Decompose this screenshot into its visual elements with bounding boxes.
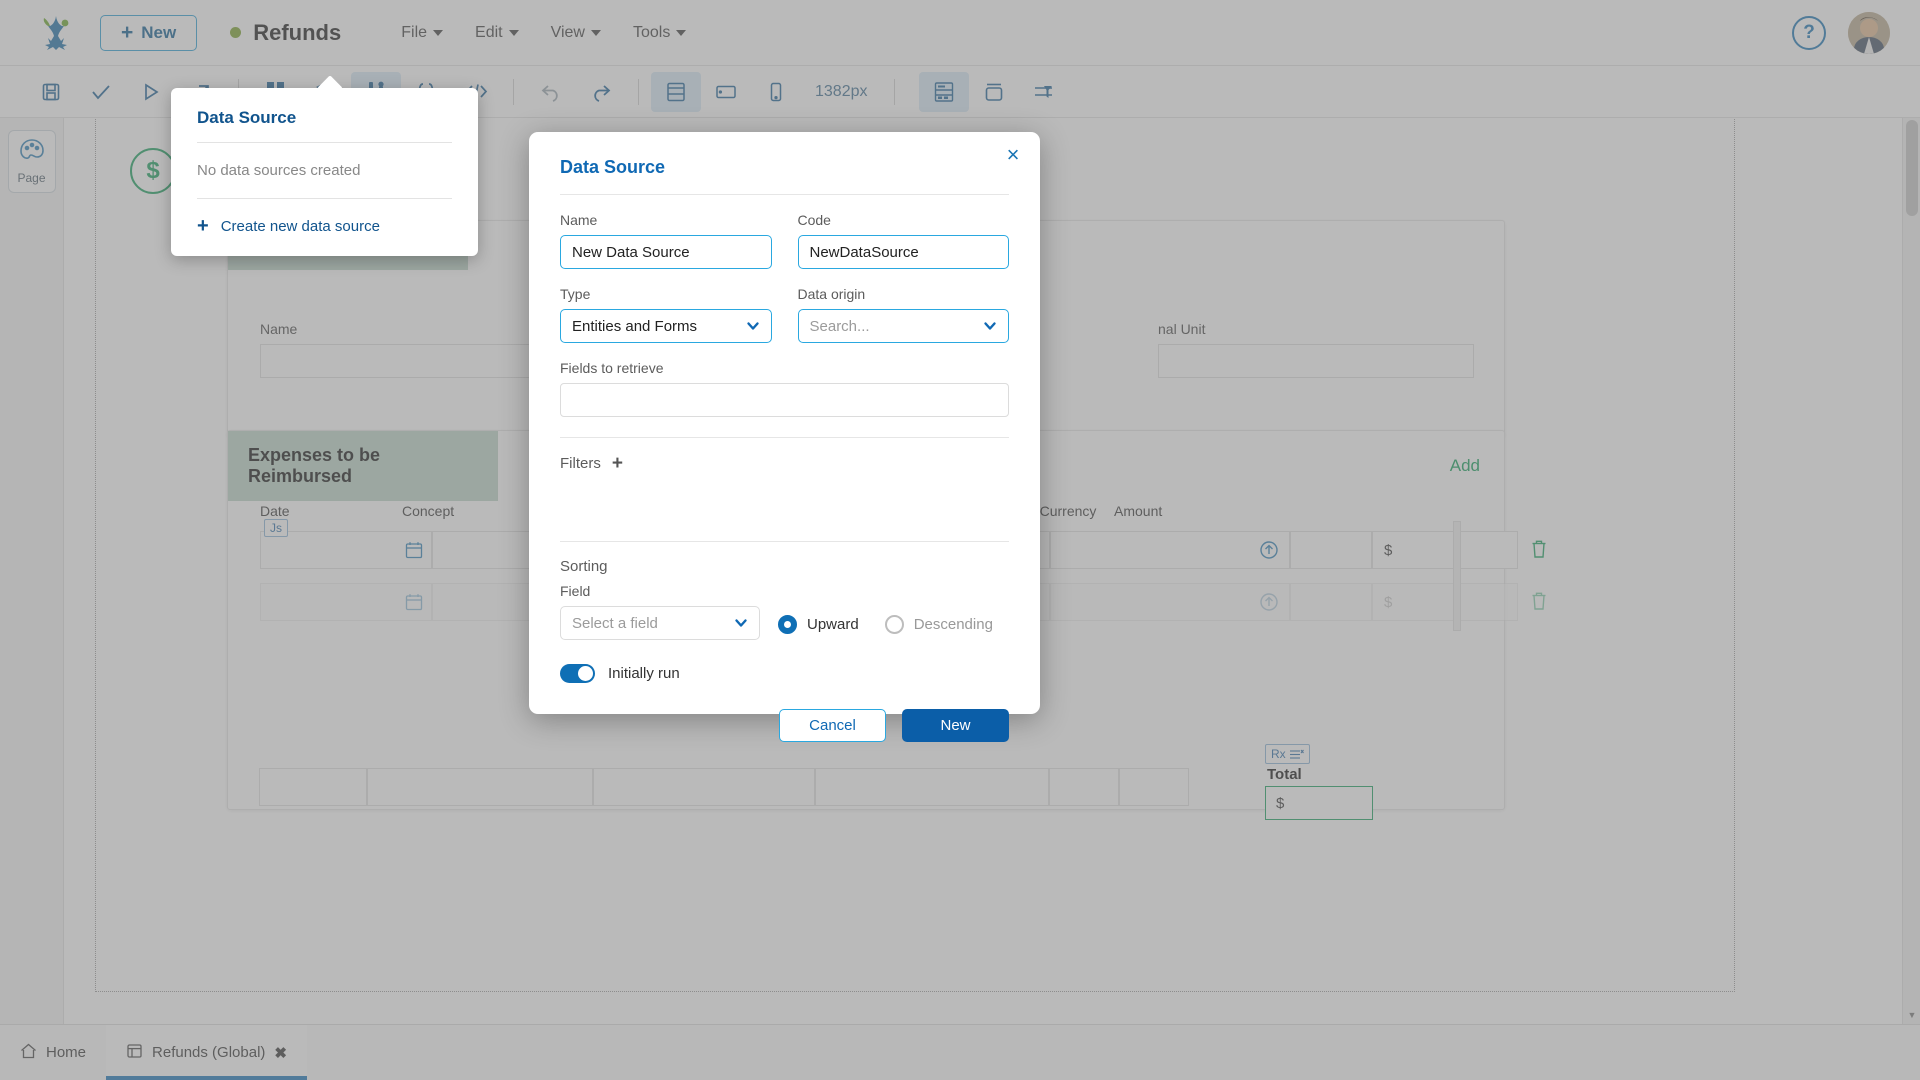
code-label: Code (798, 212, 1010, 228)
sorting-field-placeholder: Select a field (572, 615, 658, 632)
sorting-divider-top (560, 541, 1009, 542)
sorting-direction-group: Upward Descending (778, 615, 993, 640)
fields-to-retrieve-label: Fields to retrieve (560, 360, 1009, 376)
radio-label: Upward (807, 616, 859, 633)
plus-icon[interactable]: + (612, 454, 623, 473)
filters-empty-area (560, 473, 1009, 521)
fields-to-retrieve-input[interactable] (560, 383, 1009, 417)
code-input[interactable] (798, 235, 1010, 269)
type-origin-row: Type Entities and Forms Data origin (560, 286, 1009, 343)
filters-divider-top (560, 437, 1009, 438)
modal-body: Name Code Type Entities and Forms (529, 212, 1040, 683)
fields-to-retrieve-group: Fields to retrieve (560, 360, 1009, 417)
close-label: × (1007, 142, 1020, 168)
data-origin-select[interactable]: Search... (798, 309, 1010, 343)
sorting-label: Sorting (560, 558, 1009, 575)
modal-title-divider (560, 194, 1009, 195)
radio-upward[interactable]: Upward (778, 615, 859, 634)
sorting-field-group: Field Select a field (560, 583, 760, 640)
name-code-row: Name Code (560, 212, 1009, 269)
modal-title: Data Source (529, 132, 1040, 178)
initially-run-row: Initially run (560, 664, 1009, 683)
data-origin-field-group: Data origin Search... (798, 286, 1010, 343)
type-select[interactable]: Entities and Forms (560, 309, 772, 343)
type-field-group: Type Entities and Forms (560, 286, 772, 343)
initially-run-toggle[interactable] (560, 664, 595, 683)
code-field-group: Code (798, 212, 1010, 269)
data-origin-label: Data origin (798, 286, 1010, 302)
new-submit-button[interactable]: New (902, 709, 1009, 742)
name-input[interactable] (560, 235, 772, 269)
popover-title: Data Source (171, 88, 478, 142)
radio-indicator (885, 615, 904, 634)
type-label: Type (560, 286, 772, 302)
type-select-value: Entities and Forms (572, 318, 697, 335)
plus-icon: + (197, 215, 209, 238)
popover-empty-text: No data sources created (171, 143, 478, 198)
radio-label: Descending (914, 616, 993, 633)
create-new-data-source-label: Create new data source (221, 218, 380, 235)
data-source-popover: Data Source No data sources created + Cr… (171, 88, 478, 256)
cancel-label: Cancel (809, 717, 856, 734)
modal-footer: Cancel New (529, 683, 1040, 742)
close-icon[interactable]: × (1000, 142, 1026, 168)
filters-label: Filters (560, 455, 601, 472)
name-label: Name (560, 212, 772, 228)
submit-label: New (940, 717, 970, 734)
filters-row: Filters + (560, 454, 1009, 473)
initially-run-label: Initially run (608, 665, 680, 682)
sorting-row: Field Select a field Upward (560, 583, 1009, 640)
radio-indicator-selected (778, 615, 797, 634)
sorting-field-select[interactable]: Select a field (560, 606, 760, 640)
application-window: + New Refunds File Edit View Tools (0, 0, 1920, 1080)
cancel-button[interactable]: Cancel (779, 709, 886, 742)
name-field-group: Name (560, 212, 772, 269)
data-origin-placeholder: Search... (810, 318, 870, 335)
data-source-modal: × Data Source Name Code Type (529, 132, 1040, 714)
radio-descending[interactable]: Descending (885, 615, 993, 634)
sorting-field-label: Field (560, 583, 760, 599)
create-new-data-source-link[interactable]: + Create new data source (171, 199, 478, 242)
